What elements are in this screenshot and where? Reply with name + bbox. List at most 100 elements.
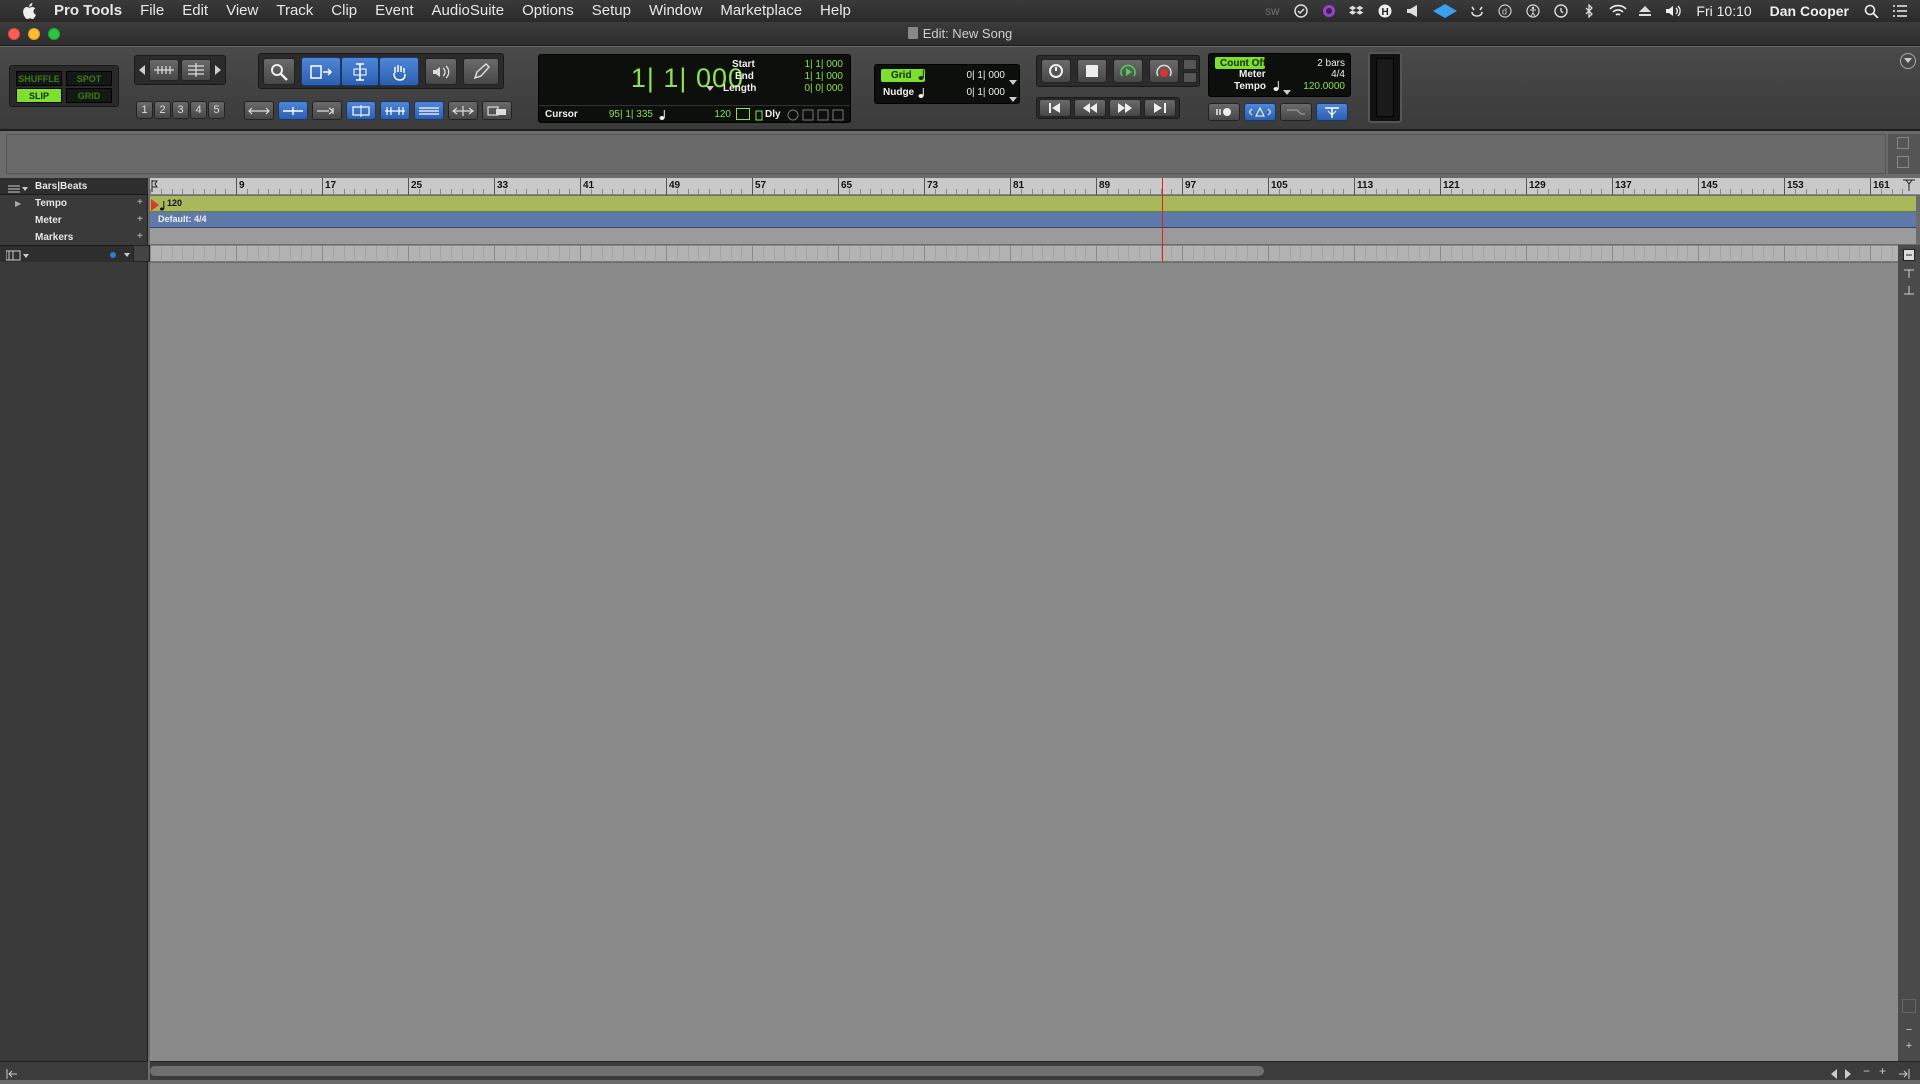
add-marker-icon[interactable]: + bbox=[137, 231, 143, 242]
hscroll-thumb[interactable] bbox=[150, 1066, 1264, 1076]
tempo-ruler[interactable]: 120 bbox=[150, 196, 1916, 212]
diamond-icon[interactable] bbox=[1433, 4, 1458, 18]
shuffle-mode-button[interactable]: SHUFFLE bbox=[16, 71, 62, 86]
slip-mode-button[interactable]: SLIP bbox=[16, 88, 62, 103]
menu-event[interactable]: Event bbox=[366, 0, 422, 22]
output-icon[interactable] bbox=[832, 108, 844, 126]
grid-label[interactable]: Grid bbox=[891, 70, 912, 81]
end-value[interactable]: 1| 1| 000 bbox=[779, 71, 843, 82]
megaphone-icon[interactable] bbox=[1405, 4, 1421, 18]
menu-user[interactable]: Dan Cooper bbox=[1761, 0, 1858, 22]
hzoom-out-icon[interactable]: − bbox=[1863, 1064, 1870, 1078]
return-to-zero-icon[interactable] bbox=[1039, 99, 1071, 117]
insertion-follows-playback-icon[interactable] bbox=[346, 101, 376, 120]
trim-tool-icon[interactable] bbox=[301, 57, 341, 86]
meter-value[interactable]: 4/4 bbox=[1289, 69, 1345, 80]
delay-comp-label[interactable]: Dly bbox=[765, 109, 781, 120]
universe-view[interactable] bbox=[6, 134, 1886, 174]
timeline-track-header[interactable] bbox=[150, 245, 1898, 262]
wifi-icon[interactable] bbox=[1609, 4, 1627, 18]
menu-marketplace[interactable]: Marketplace bbox=[711, 0, 811, 22]
length-value[interactable]: 0| 0| 000 bbox=[779, 83, 843, 94]
hzoom-in-icon[interactable]: + bbox=[1879, 1064, 1886, 1078]
universe-zoom-icon[interactable] bbox=[1897, 156, 1909, 168]
counter-dropdown-icon[interactable] bbox=[706, 79, 714, 91]
markers-ruler-label[interactable]: Markers bbox=[35, 232, 73, 243]
menu-app-name[interactable]: Pro Tools bbox=[40, 0, 131, 22]
timebase-menu-icon[interactable] bbox=[5, 248, 32, 266]
automation-follows-edit-icon[interactable] bbox=[414, 101, 444, 120]
mirror-midi-icon[interactable] bbox=[380, 101, 410, 120]
purple-circle-icon[interactable] bbox=[1321, 4, 1337, 18]
accessibility-icon[interactable] bbox=[1525, 4, 1541, 18]
h-badge-icon[interactable]: H bbox=[1377, 4, 1393, 18]
spot-mode-button[interactable]: SPOT bbox=[66, 71, 112, 86]
menu-track[interactable]: Track bbox=[267, 0, 322, 22]
input-icon[interactable] bbox=[802, 108, 814, 126]
show-hide-edit-lists-icon[interactable] bbox=[1898, 1066, 1910, 1084]
midi-icon[interactable] bbox=[787, 108, 799, 126]
scroll-left-icon[interactable] bbox=[1830, 1066, 1838, 1084]
vzoom-in-icon[interactable]: + bbox=[1902, 1041, 1916, 1053]
universe-toggle-icon[interactable] bbox=[1897, 137, 1909, 149]
clip-list-icon[interactable] bbox=[482, 101, 512, 120]
online-icon[interactable] bbox=[1041, 59, 1071, 83]
nudge-value[interactable]: 0| 1| 000 bbox=[945, 87, 1005, 98]
nudge-label[interactable]: Nudge bbox=[883, 87, 914, 98]
zoom-preset-3[interactable]: 3 bbox=[172, 101, 189, 119]
vertical-scrollbar[interactable]: − + bbox=[1898, 245, 1920, 1061]
go-to-end-icon[interactable] bbox=[1144, 99, 1176, 117]
edit-window-track-area[interactable] bbox=[150, 263, 1898, 1061]
volume-icon[interactable] bbox=[1665, 4, 1682, 18]
grid-mini-icon[interactable] bbox=[736, 108, 750, 120]
midi-merge-icon[interactable] bbox=[1280, 103, 1312, 121]
apple-icon[interactable] bbox=[18, 0, 40, 22]
tempo-label[interactable]: Tempo bbox=[1234, 81, 1266, 92]
tab-to-transient-icon[interactable] bbox=[244, 101, 274, 120]
wait-for-note-icon[interactable] bbox=[1208, 103, 1240, 121]
stop-icon[interactable] bbox=[1077, 59, 1107, 83]
tempo-ruler-label[interactable]: Tempo bbox=[35, 198, 67, 209]
show-hide-lists-icon[interactable] bbox=[6, 1066, 18, 1084]
dropbox-icon[interactable] bbox=[1349, 4, 1365, 18]
delay-comp-icon[interactable] bbox=[755, 108, 763, 126]
mini-meter-top[interactable] bbox=[1183, 59, 1197, 70]
start-value[interactable]: 1| 1| 000 bbox=[779, 59, 843, 70]
meter-ruler-value[interactable]: Default: 4/4 bbox=[158, 214, 207, 224]
count-off-label[interactable]: Count Off bbox=[1220, 58, 1266, 69]
vertical-zoom-icon[interactable] bbox=[181, 59, 211, 81]
ruler-view-menu-icon[interactable] bbox=[8, 181, 28, 199]
nudge-dropdown-icon[interactable] bbox=[1009, 90, 1017, 108]
add-meter-icon[interactable]: + bbox=[137, 214, 143, 225]
vscroll-thumb[interactable] bbox=[1902, 999, 1916, 1013]
menu-file[interactable]: File bbox=[131, 0, 173, 22]
track-expand-icon[interactable] bbox=[1903, 266, 1915, 278]
scroll-right-icon[interactable] bbox=[1844, 1066, 1852, 1084]
tempo-value[interactable]: 120.0000 bbox=[1289, 81, 1345, 92]
count-off-value[interactable]: 2 bars bbox=[1289, 58, 1345, 69]
grabber-tool-icon[interactable] bbox=[379, 57, 419, 86]
d-icon[interactable]: d bbox=[1497, 4, 1513, 18]
grid-dropdown-icon[interactable] bbox=[1009, 73, 1017, 91]
add-tempo-icon[interactable]: + bbox=[137, 197, 143, 208]
meter-label[interactable]: Meter bbox=[1239, 69, 1266, 80]
zoom-preset-1[interactable]: 1 bbox=[136, 101, 153, 119]
bluetooth-icon[interactable] bbox=[1581, 3, 1597, 19]
menu-edit[interactable]: Edit bbox=[173, 0, 217, 22]
checkmark-icon[interactable] bbox=[1293, 4, 1309, 18]
vzoom-out-icon[interactable]: − bbox=[1902, 1025, 1916, 1037]
grid-mode-button[interactable]: GRID bbox=[66, 88, 112, 103]
zoom-in-arrow-icon[interactable] bbox=[213, 60, 223, 80]
fast-forward-icon[interactable] bbox=[1109, 99, 1141, 117]
menu-setup[interactable]: Setup bbox=[583, 0, 640, 22]
zoom-preset-5[interactable]: 5 bbox=[208, 101, 225, 119]
ruler-settings-icon[interactable] bbox=[1902, 178, 1916, 192]
track-view-toggle-icon[interactable] bbox=[1903, 248, 1915, 261]
bars-beats-ruler-label[interactable]: Bars|Beats bbox=[35, 181, 87, 192]
menu-view[interactable]: View bbox=[217, 0, 267, 22]
zoom-out-arrow-icon[interactable] bbox=[137, 60, 147, 80]
toolbar-options-icon[interactable] bbox=[1900, 53, 1916, 69]
grid-value[interactable]: 0| 1| 000 bbox=[945, 70, 1005, 81]
meter-ruler-label[interactable]: Meter bbox=[35, 215, 62, 226]
meter-ruler[interactable]: Default: 4/4 bbox=[150, 212, 1916, 228]
